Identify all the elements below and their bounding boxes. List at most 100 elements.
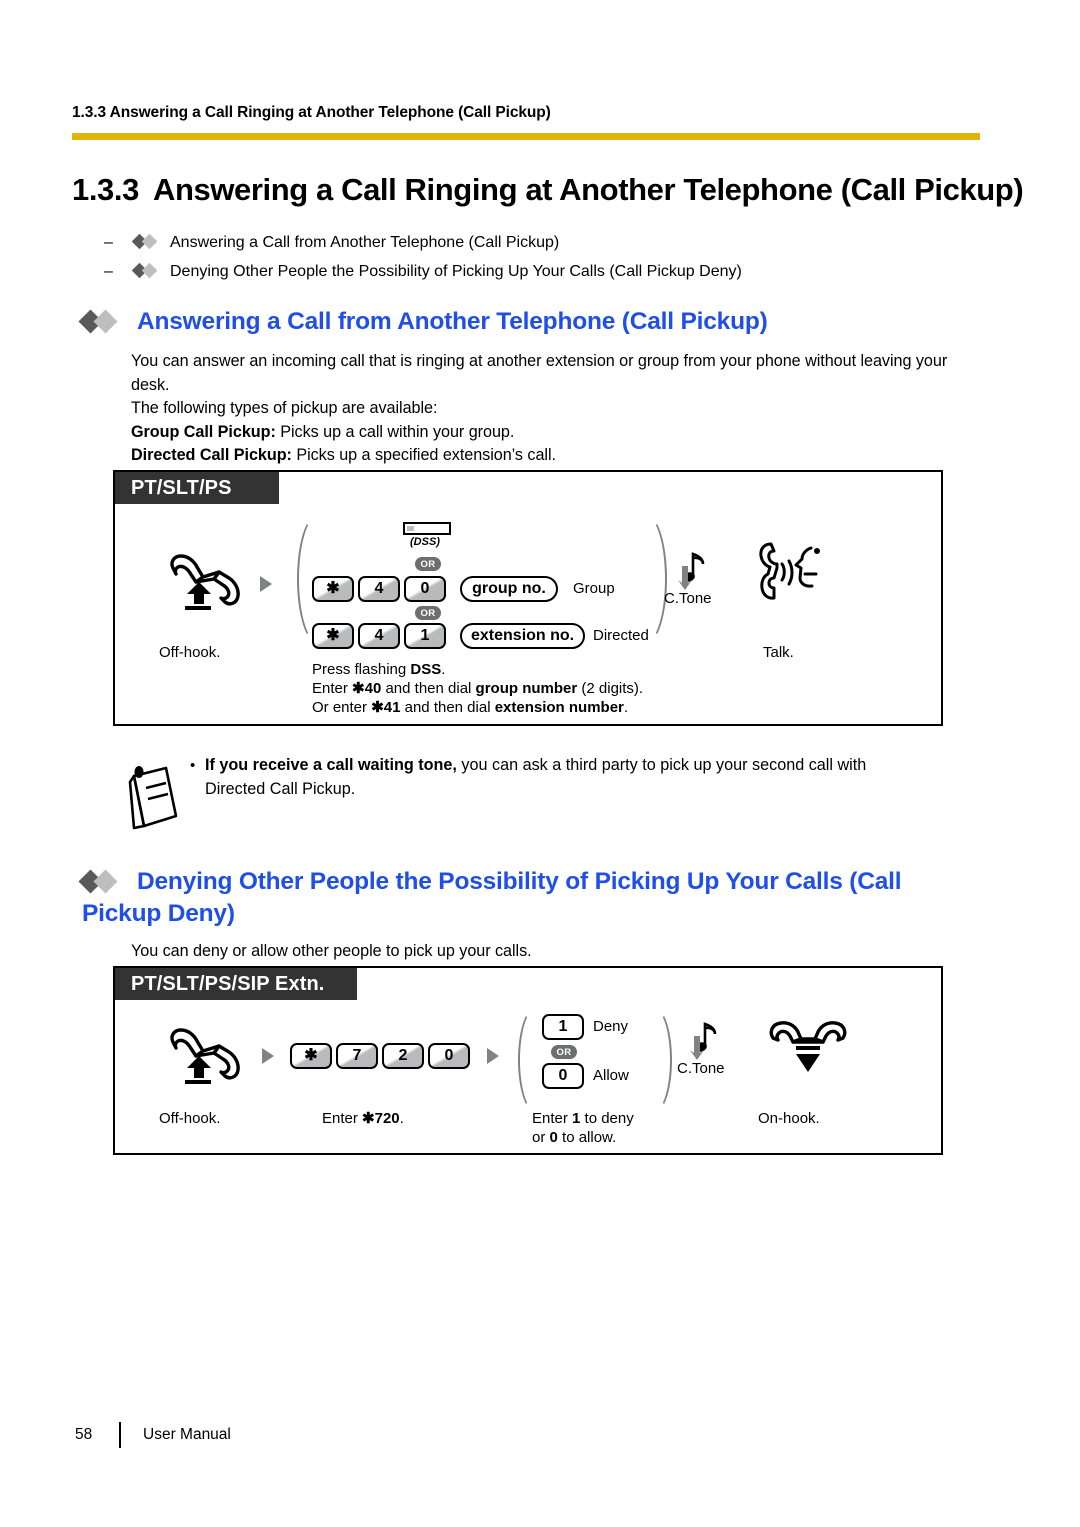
choice2-post: to allow. (557, 1129, 617, 1146)
note-bullet: • (190, 757, 196, 774)
allow-label: Allow (593, 1067, 629, 1084)
instr3-post: and then dial (400, 699, 495, 716)
confirmation-tone-icon (673, 550, 713, 594)
key-7[interactable]: 7 (336, 1043, 378, 1069)
off-hook-icon (163, 550, 249, 612)
phone-type-tab: PT/SLT/PS/SIP Extn. (115, 968, 357, 1000)
chapter-title-text: Answering a Call Ringing at Another Tele… (152, 172, 1024, 207)
ctone-caption: C.Tone (677, 1060, 725, 1077)
instr1-post: . (441, 661, 446, 678)
phone-type-tab: PT/SLT/PS (115, 472, 279, 504)
field-extension-no[interactable]: extension no. (460, 623, 586, 649)
instruction-line-2: Enter ✱40 and then dial group number (2 … (312, 679, 643, 698)
key-asterisk[interactable]: ✱ (290, 1043, 332, 1069)
page-footer: 58 User Manual (75, 1422, 231, 1448)
enter-caption-pre: Enter (322, 1110, 363, 1127)
step-arrow-icon (260, 576, 272, 592)
enter-caption-post: . (399, 1110, 404, 1127)
off-hook-caption: Off-hook. (159, 1110, 221, 1127)
key-1[interactable]: 1 (404, 623, 446, 649)
key-0[interactable]: 0 (428, 1043, 470, 1069)
key-0-allow[interactable]: 0 (542, 1063, 584, 1089)
diamond-bullet-icon (78, 869, 128, 894)
diamond-bullet-icon (131, 262, 164, 279)
group-pickup-label: Group Call Pickup: (131, 422, 276, 441)
note-rest-2: Directed Call Pickup. (205, 780, 356, 798)
diamond-bullet-icon (78, 309, 128, 334)
group-brace-right (625, 514, 667, 644)
paragraph-line-3: The following types of pickup are availa… (131, 399, 438, 417)
key-1-deny[interactable]: 1 (542, 1014, 584, 1040)
choice-caption-line-1: Enter 1 to deny (532, 1110, 634, 1128)
off-hook-icon (163, 1024, 249, 1086)
instr2-post: and then dial (381, 680, 476, 697)
choice1-pre: Enter (532, 1110, 573, 1127)
choice2-bold: 0 (549, 1129, 558, 1146)
section-heading-call-pickup: Answering a Call from Another Telephone … (78, 306, 982, 338)
directed-pickup-label: Directed Call Pickup: (131, 446, 292, 464)
running-header: 1.3.3 Answering a Call Ringing at Anothe… (72, 104, 551, 121)
off-hook-caption: Off-hook. (159, 644, 221, 661)
choice-brace-right (638, 1008, 672, 1112)
instr3-post2: . (623, 699, 629, 716)
confirmation-tone-icon (685, 1020, 725, 1064)
ctone-caption: C.Tone (664, 590, 712, 607)
step-arrow-icon (262, 1048, 274, 1064)
instr2-post2: (2 digits). (577, 680, 644, 697)
key-4[interactable]: 4 (358, 623, 400, 649)
page-number: 58 (75, 1426, 93, 1443)
directed-pickup-desc: Picks up a specified extension’s call. (291, 446, 556, 464)
footer-divider (119, 1422, 121, 1448)
chapter-number: 1.3.3 (72, 172, 139, 207)
list-item[interactable]: – Denying Other People the Possibility o… (104, 257, 1004, 286)
list-item[interactable]: – Answering a Call from Another Telephon… (104, 228, 1004, 257)
choice-caption-line-2: or 0 to allow. (532, 1129, 616, 1147)
talk-caption: Talk. (763, 644, 794, 661)
footer-label: User Manual (143, 1426, 231, 1443)
section2-heading-line-1: Denying Other People the Possibility of … (137, 868, 902, 895)
enter-720-caption: Enter ✱720. (322, 1110, 404, 1128)
list-item-label: Answering a Call from Another Telephone … (170, 233, 560, 251)
on-hook-icon (765, 1018, 851, 1080)
talk-icon (755, 538, 829, 606)
page-title: 1.3.3 Answering a Call Ringing at Another… (72, 172, 1024, 208)
list-item-label: Denying Other People the Possibility of … (170, 262, 742, 280)
instr3-bold2: extension number (494, 699, 624, 716)
or-badge: OR (415, 557, 441, 571)
operation-diagram-call-pickup-deny: PT/SLT/PS/SIP Extn. Off-hook. ✱ 7 2 0 En… (113, 966, 943, 1155)
or-badge: OR (415, 606, 441, 620)
key-asterisk[interactable]: ✱ (312, 576, 354, 602)
note-icon (118, 758, 192, 832)
row1-label-group: Group (573, 580, 615, 597)
dss-button-icon (403, 522, 451, 535)
diamond-bullet-icon (131, 233, 164, 250)
instr3-pre: Or enter (312, 699, 372, 716)
on-hook-caption: On-hook. (758, 1110, 820, 1127)
note-bold-lead: If you receive a call waiting tone, (205, 756, 457, 774)
enter-caption-bold: ✱720 (362, 1110, 400, 1127)
field-group-no[interactable]: group no. (460, 576, 558, 602)
section2-heading-line-2: Pickup Deny) (82, 899, 235, 927)
instruction-line-1: Press flashing DSS. (312, 660, 445, 679)
choice1-post: to deny (580, 1110, 634, 1127)
instr1-bold: DSS (410, 661, 442, 678)
instr2-bold: ✱40 (352, 680, 382, 697)
note-rest-1: you can ask a third party to pick up you… (456, 756, 867, 774)
instr3-bold: ✱41 (371, 699, 401, 716)
paragraph-line-1: You can answer an incoming call that is … (131, 352, 912, 370)
choice2-pre: or (532, 1129, 550, 1146)
key-0[interactable]: 0 (404, 576, 446, 602)
note-text: If you receive a call waiting tone, you … (205, 753, 995, 801)
step-arrow-icon (487, 1048, 499, 1064)
key-asterisk[interactable]: ✱ (312, 623, 354, 649)
instr2-pre: Enter (312, 680, 353, 697)
section1-paragraph: You can answer an incoming call that is … (131, 350, 986, 468)
section-heading-label: Answering a Call from Another Telephone … (137, 308, 768, 335)
key-2[interactable]: 2 (382, 1043, 424, 1069)
header-rule (72, 133, 980, 140)
section-list: – Answering a Call from Another Telephon… (104, 228, 1004, 286)
dash: – (104, 262, 113, 280)
instr1-pre: Press flashing (312, 661, 411, 678)
key-4[interactable]: 4 (358, 576, 400, 602)
section2-paragraph: You can deny or allow other people to pi… (131, 942, 532, 960)
